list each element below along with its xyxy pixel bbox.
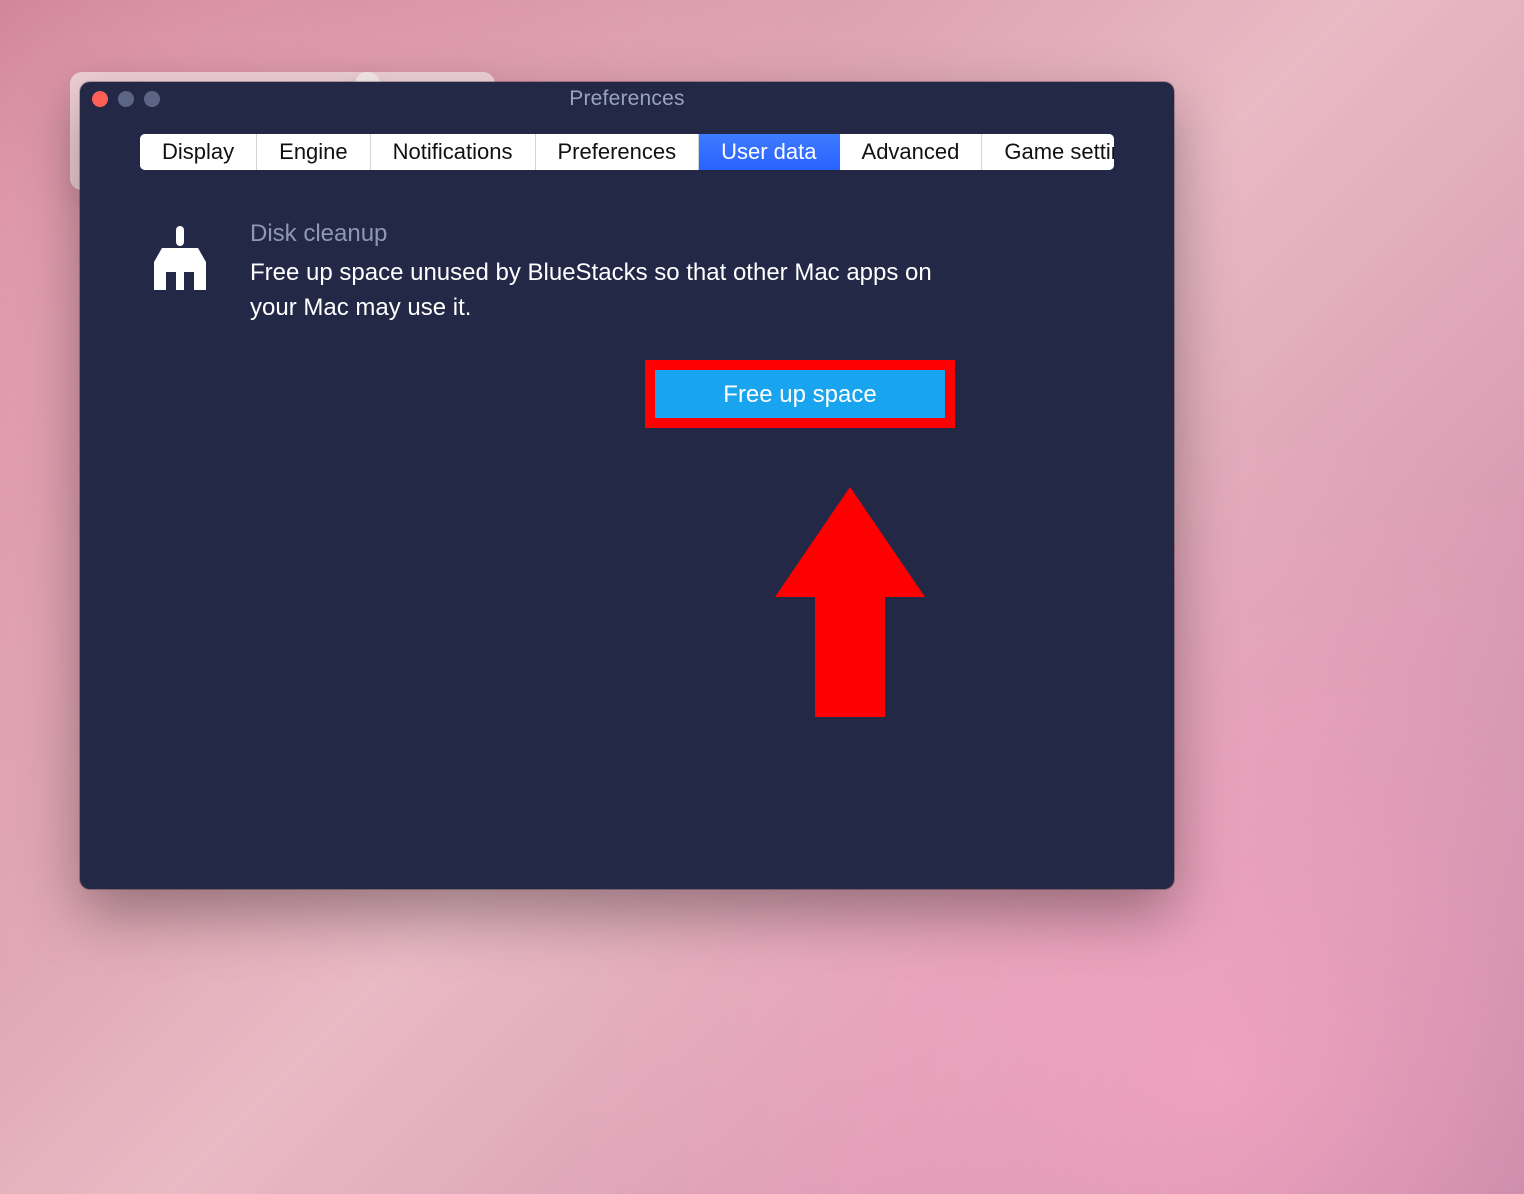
annotation-arrow-up-icon [775,487,925,747]
tab-display[interactable]: Display [140,134,257,170]
window-titlebar: Preferences [80,82,1174,116]
tab-engine[interactable]: Engine [257,134,371,170]
tab-bar: Display Engine Notifications Preferences… [140,134,1114,170]
free-up-space-button[interactable]: Free up space [655,370,945,418]
preferences-window: Preferences Display Engine Notifications… [80,82,1174,889]
close-icon[interactable] [92,91,108,107]
window-controls [92,91,160,107]
tab-preferences[interactable]: Preferences [536,134,700,170]
tab-user-data[interactable]: User data [699,134,839,170]
tab-advanced[interactable]: Advanced [840,134,983,170]
tab-notifications[interactable]: Notifications [371,134,536,170]
broom-icon [142,220,218,296]
disk-cleanup-title: Disk cleanup [250,220,1114,248]
tab-content: Disk cleanup Free up space unused by Blu… [80,170,1174,478]
tab-game-settings[interactable]: Game settings [982,134,1114,170]
window-title: Preferences [569,87,684,110]
maximize-icon[interactable] [144,91,160,107]
annotation-highlight: Free up space [645,360,955,428]
disk-cleanup-description: Free up space unused by BlueStacks so th… [250,256,970,326]
desktop-background: Preferences Display Engine Notifications… [0,0,1524,1194]
minimize-icon[interactable] [118,91,134,107]
